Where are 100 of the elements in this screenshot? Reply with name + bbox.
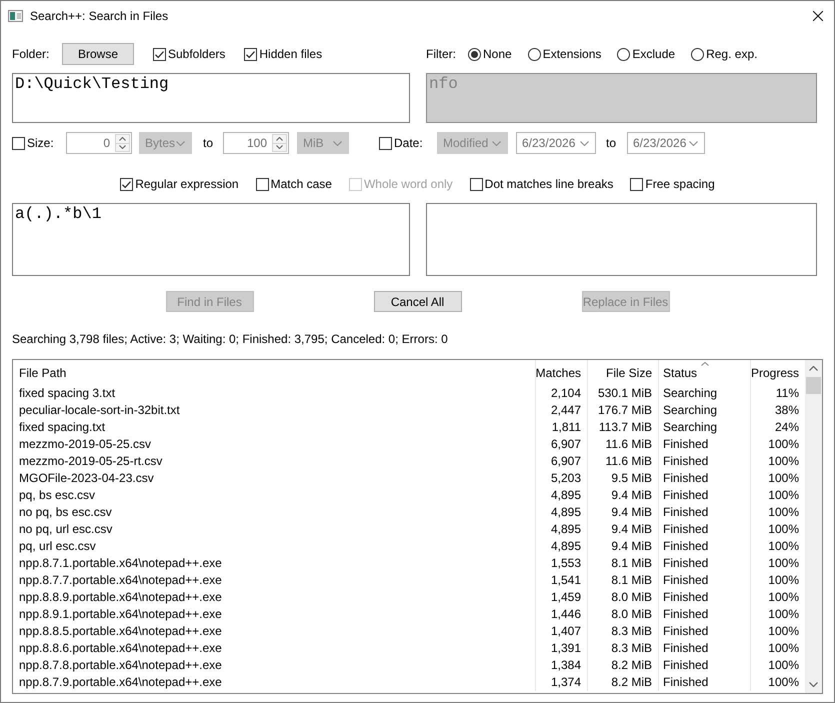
browse-button[interactable]: Browse [62, 43, 134, 65]
radio-label[interactable]: Extensions [542, 47, 602, 61]
close-icon[interactable] [813, 11, 823, 21]
checkbox[interactable] [12, 136, 25, 150]
table-cell: Searching [658, 419, 750, 436]
table-cell: 1,391 [535, 640, 587, 657]
table-cell: 2,104 [535, 385, 587, 402]
date-picker[interactable]: 6/23/2026 [516, 132, 596, 154]
folder-path-field[interactable]: D:\Quick\Testing [12, 73, 410, 123]
column-header[interactable]: File Size [587, 360, 658, 385]
column-header[interactable]: Status [658, 360, 750, 385]
checkbox[interactable] [379, 136, 392, 150]
table-cell: 530.1 MiB [587, 385, 658, 402]
table-cell-text: peculiar-locale-sort-in-32bit.txt [18, 402, 181, 419]
number-field[interactable]: 0 [66, 132, 132, 154]
radio-button[interactable] [691, 48, 704, 60]
checkbox-label[interactable]: Match case [270, 177, 332, 191]
table-cell: 8.1 MiB [587, 572, 658, 589]
table-cell: Finished [658, 555, 750, 572]
table-cell: 1,446 [535, 606, 587, 623]
table-cell: Finished [658, 521, 750, 538]
checkbox[interactable] [470, 178, 483, 190]
scroll-thumb[interactable] [806, 377, 821, 394]
table-cell-text: no pq, bs esc.csv [18, 504, 113, 521]
table-cell: 8.3 MiB [587, 640, 658, 657]
chevron-up-icon[interactable] [809, 366, 818, 371]
table-cell: 9.4 MiB [587, 487, 658, 504]
radio-label[interactable]: Reg. exp. [706, 47, 758, 61]
replace-text-field[interactable] [426, 203, 817, 276]
table-cell: 8.0 MiB [587, 589, 658, 606]
table-cell: 8.2 MiB [587, 674, 658, 691]
table-cell: Finished [658, 640, 750, 657]
column-header[interactable]: Matches [535, 360, 587, 385]
sort-caret-icon [700, 362, 708, 366]
table-cell: Finished [658, 487, 750, 504]
table-cell: 8.2 MiB [587, 657, 658, 674]
checkbox-label[interactable]: Date: [394, 136, 437, 150]
table-cell: 9.4 MiB [587, 538, 658, 555]
chevron-down-icon [580, 140, 589, 146]
chevron-up-icon [276, 136, 283, 141]
chevron-down-icon [276, 145, 283, 150]
checkbox[interactable] [153, 48, 166, 60]
radio-button[interactable] [468, 48, 481, 60]
table-cell-text: fixed spacing.txt [18, 419, 106, 436]
table-cell-text: npp.8.7.8.portable.x64\notepad++.exe [18, 657, 223, 674]
chevron-down-icon [689, 140, 698, 146]
folder-label: Folder: [12, 47, 50, 61]
table-cell: Finished [658, 674, 750, 691]
checkbox-label[interactable]: Free spacing [645, 177, 715, 191]
scrollbar[interactable] [805, 360, 822, 693]
to-label: to [203, 136, 214, 150]
chevron-down-icon [119, 145, 126, 150]
column-header[interactable]: File Path [13, 360, 535, 385]
checkbox-label[interactable]: Size: [27, 136, 66, 150]
to-label: to [606, 136, 618, 150]
table-cell: 4,895 [535, 487, 587, 504]
table-cell: Finished [658, 589, 750, 606]
chevron-down-icon [333, 140, 342, 146]
chevron-down-icon[interactable] [809, 682, 818, 687]
checkbox-label[interactable]: Dot matches line breaks [484, 177, 614, 191]
search-text-field[interactable]: a(.).*b\1 [12, 203, 410, 276]
spin-up-button[interactable] [272, 134, 287, 144]
table-cell: 2,447 [535, 402, 587, 419]
table-cell-text: npp.8.8.5.portable.x64\notepad++.exe [18, 623, 223, 640]
table-cell-text: npp.8.7.7.portable.x64\notepad++.exe [18, 572, 223, 589]
table-cell-text: npp.8.7.9.portable.x64\notepad++.exe [18, 674, 223, 691]
table-cell: 8.1 MiB [587, 555, 658, 572]
table-cell: 1,811 [535, 419, 587, 436]
table-cell: Searching [658, 385, 750, 402]
checkbox[interactable] [256, 178, 269, 190]
checkbox[interactable] [630, 178, 644, 190]
table-cell: 1,374 [535, 674, 587, 691]
checkbox-label[interactable]: Subfolders [168, 47, 226, 61]
action-button[interactable]: Cancel All [374, 291, 462, 312]
spin-up-button[interactable] [115, 134, 130, 144]
checkbox[interactable] [120, 178, 134, 190]
table-cell-text: mezzmo-2019-05-25-rt.csv [18, 453, 164, 470]
radio-button[interactable] [528, 48, 541, 60]
number-field[interactable]: 100 [223, 132, 289, 154]
table-cell: 176.7 MiB [587, 402, 658, 419]
radio-button[interactable] [617, 48, 630, 60]
checkbox[interactable] [244, 48, 258, 60]
table-cell: Finished [658, 572, 750, 589]
radio-label[interactable]: None [483, 47, 512, 61]
table-cell-text: no pq, url esc.csv [18, 521, 114, 538]
table-cell: 8.3 MiB [587, 623, 658, 640]
chevron-down-icon [176, 140, 185, 146]
table-cell-text: npp.8.7.1.portable.x64\notepad++.exe [18, 555, 223, 572]
table-cell: Finished [658, 453, 750, 470]
table-cell: Finished [658, 606, 750, 623]
table-cell: Finished [658, 436, 750, 453]
table-cell: 1,459 [535, 589, 587, 606]
table-cell-text: pq, bs esc.csv [18, 487, 96, 504]
table-cell-text: mezzmo-2019-05-25.csv [18, 436, 152, 453]
table-cell: 1,407 [535, 623, 587, 640]
chevron-up-icon [119, 136, 126, 141]
radio-label[interactable]: Exclude [632, 47, 676, 61]
checkbox-label[interactable]: Hidden files [259, 47, 322, 61]
date-picker[interactable]: 6/23/2026 [627, 132, 705, 154]
checkbox-label[interactable]: Regular expression [135, 177, 239, 191]
